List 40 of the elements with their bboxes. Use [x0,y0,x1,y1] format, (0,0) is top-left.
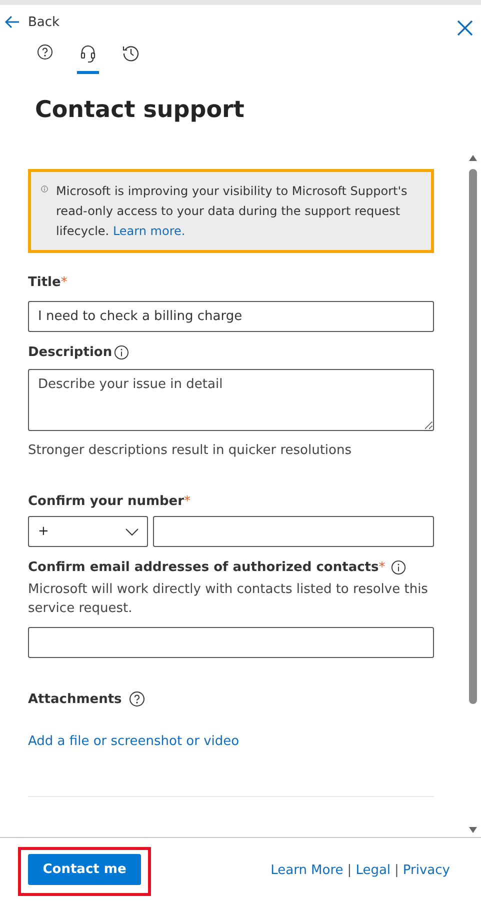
required-asterisk: * [184,494,191,509]
field-help-text: Microsoft will work directly with contacts listed to resolve this service request. [28,581,428,618]
field-label: Confirm your number [28,494,184,509]
history-icon [122,44,140,62]
add-attachment-link[interactable]: Add a file or screenshot or video [28,734,240,749]
back-button[interactable]: Back [4,14,60,30]
scroll-down-icon[interactable] [469,827,477,833]
back-arrow-icon [4,15,20,29]
notice-text: Microsoft is improving your visibility to Microsoft Support's read-only access to your data during the support request lifecycle. Learn more. [56,183,408,240]
scrollbar[interactable] [468,155,478,833]
scroll-up-icon[interactable] [469,155,477,161]
field-label: Title [28,275,61,290]
headset-icon [80,44,96,63]
field-label: Description [28,345,112,360]
required-asterisk: * [60,275,68,290]
required-asterisk: * [378,560,386,575]
email-field[interactable] [28,627,434,658]
country-code: + [38,524,49,539]
info-icon [114,345,130,360]
learn-more-link[interactable]: Learn more. [112,224,186,238]
title-field[interactable]: I need to check a billing charge [28,301,434,332]
phone-number-field[interactable] [153,516,434,547]
field-hint: Stronger descriptions result in quicker resolutions [28,442,353,460]
chevron-down-icon [125,528,139,536]
footer-link[interactable]: Legal [356,863,391,878]
country-code-dropdown[interactable]: + [28,516,148,547]
contact-me-button[interactable]: Contact me [28,854,141,885]
footer-link[interactable]: Privacy [402,863,450,878]
info-icon [391,560,406,575]
description-field[interactable]: Describe your issue in detail [28,369,434,431]
help-icon [128,691,145,707]
page-title: Contact support [35,97,246,123]
close-icon [457,20,473,36]
link-separator: | [394,863,399,878]
footer-link[interactable]: Learn More [270,863,344,878]
field-label: Confirm email addresses of authorized contacts [28,560,379,575]
field-label: Attachments [28,692,122,706]
help-icon [37,44,53,60]
link-separator: | [347,863,352,878]
close-button[interactable] [457,20,473,36]
